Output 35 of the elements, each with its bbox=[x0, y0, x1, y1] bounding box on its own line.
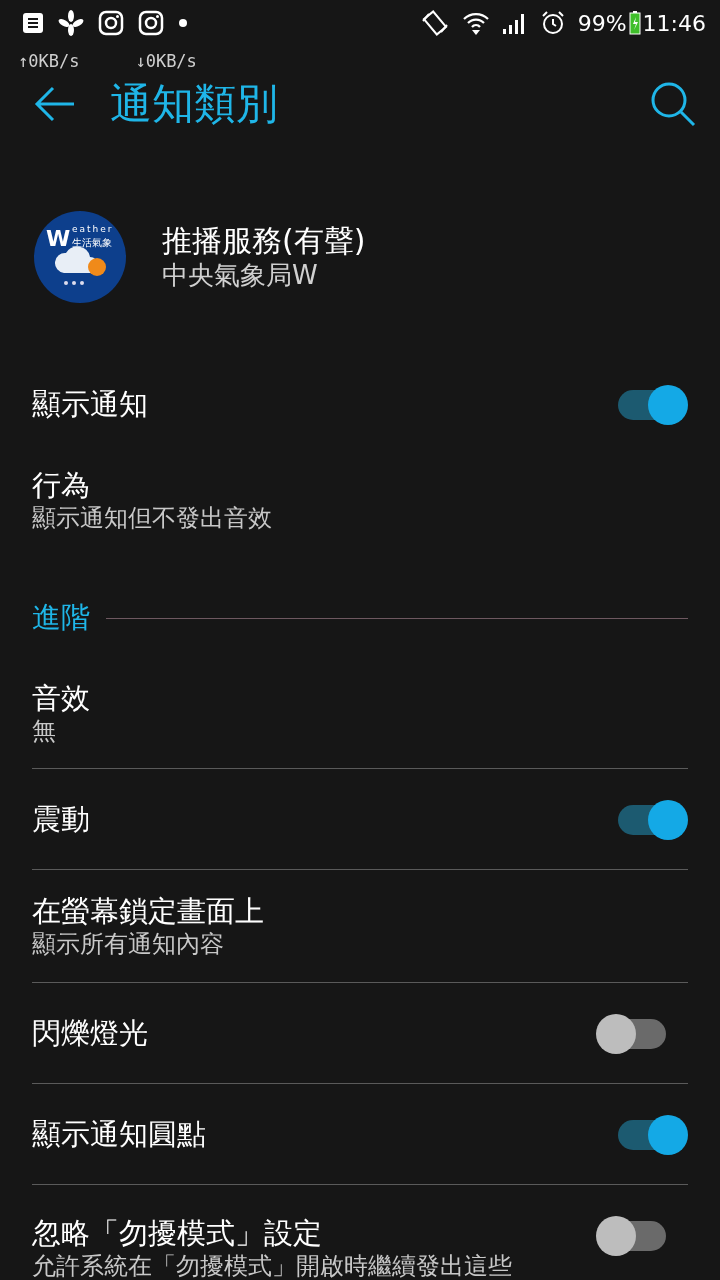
setting-title: 在螢幕鎖定畫面上 bbox=[32, 893, 264, 929]
setting-title: 行為 bbox=[32, 467, 91, 503]
battery-icon bbox=[628, 11, 641, 35]
toggle-switch[interactable] bbox=[616, 384, 688, 424]
app-name: 中央氣象局W bbox=[162, 259, 319, 291]
page-title: 通知類別 bbox=[110, 78, 279, 130]
download-speed: ↓0KB/s bbox=[135, 51, 197, 71]
toggle-switch[interactable] bbox=[616, 799, 688, 839]
wifi-icon bbox=[461, 10, 490, 36]
dot-icon bbox=[178, 18, 188, 28]
flower-icon bbox=[58, 10, 84, 36]
setting-subtitle: 允許系統在「勿擾模式」開啟時繼續發出這些 bbox=[32, 1251, 512, 1280]
setting-title: 震動 bbox=[32, 801, 90, 837]
notes-icon bbox=[22, 12, 44, 34]
search-icon[interactable] bbox=[650, 81, 696, 127]
setting-subtitle: 無 bbox=[32, 716, 57, 746]
setting-subtitle: 顯示所有通知內容 bbox=[32, 929, 225, 959]
vibrate-icon bbox=[419, 9, 450, 37]
clock: 11:46 bbox=[642, 10, 706, 36]
channel-name: 推播服務(有聲) bbox=[162, 223, 366, 259]
toggle-switch[interactable] bbox=[596, 1013, 668, 1053]
setting-title: 顯示通知圓點 bbox=[32, 1116, 206, 1152]
setting-title: 顯示通知 bbox=[32, 386, 148, 422]
toggle-switch[interactable] bbox=[596, 1215, 668, 1255]
camera-icon bbox=[138, 10, 164, 36]
battery-percent: 99% bbox=[577, 10, 627, 36]
toggle-switch[interactable] bbox=[616, 1114, 688, 1154]
setting-title: 閃爍燈光 bbox=[32, 1015, 148, 1051]
upload-speed: ↑0KB/s bbox=[18, 51, 80, 71]
setting-title: 音效 bbox=[32, 680, 90, 716]
setting-title: 忽略「勿擾模式」設定 bbox=[32, 1215, 323, 1251]
camera-icon bbox=[98, 10, 124, 36]
setting-subtitle: 顯示通知但不發出音效 bbox=[32, 503, 272, 533]
back-icon[interactable] bbox=[34, 86, 76, 122]
section-header: 進階 bbox=[32, 599, 90, 636]
